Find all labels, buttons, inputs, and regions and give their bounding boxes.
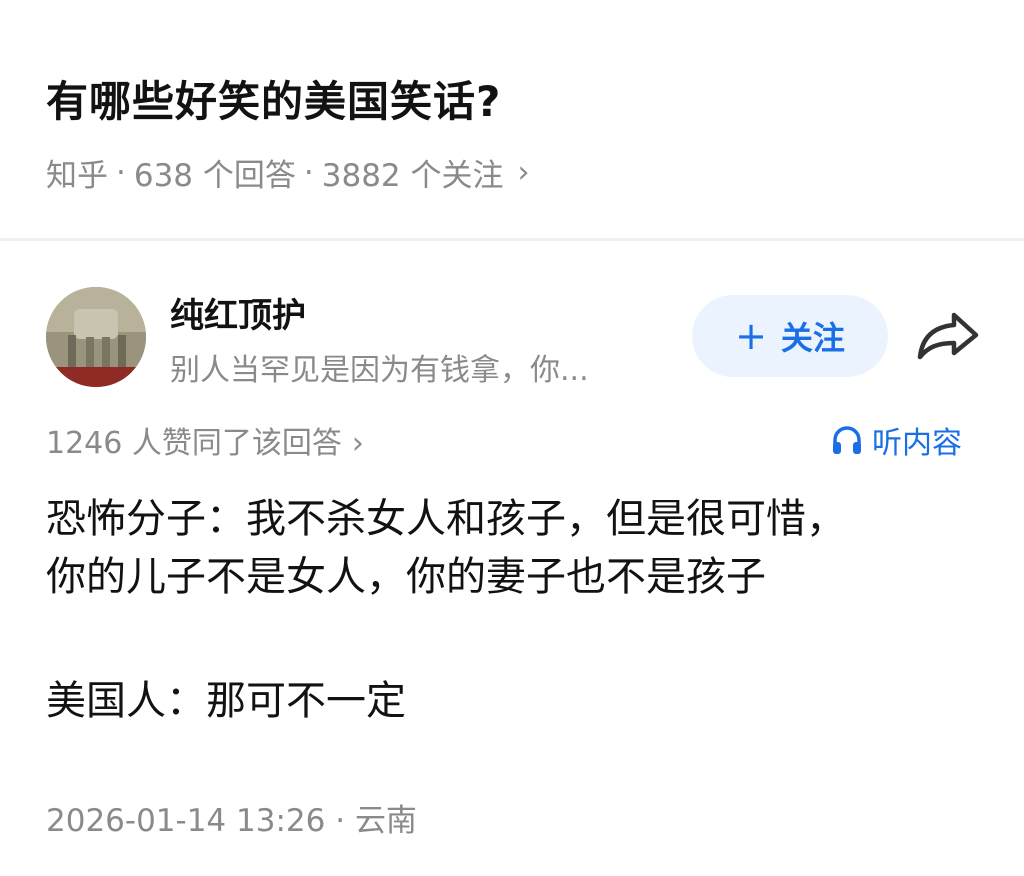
- follow-label: 关注: [780, 319, 845, 357]
- answer-timestamp: 2026-01-14 13:26: [46, 803, 326, 839]
- follow-button[interactable]: + 关注: [692, 295, 888, 377]
- listen-label: 听内容: [872, 426, 962, 461]
- meta-separator: ·: [303, 154, 314, 191]
- plus-icon: +: [735, 314, 767, 358]
- answer-line: 美国人：那可不一定: [46, 678, 406, 724]
- answer-line: 恐怖分子：我不杀女人和孩子，但是很可惜，: [46, 496, 846, 542]
- question-title[interactable]: 有哪些好笑的美国笑话?: [46, 68, 501, 129]
- share-icon[interactable]: [914, 305, 982, 365]
- avatar-image: [46, 287, 146, 387]
- meta-separator: ·: [116, 154, 126, 191]
- answer-content[interactable]: 恐怖分子：我不杀女人和孩子，但是很可惜， 你的儿子不是女人，你的妻子也不是孩子 …: [46, 490, 1006, 730]
- answer-location: 云南: [354, 803, 417, 839]
- vote-count: 1246 人赞同了该回答: [46, 426, 342, 461]
- chevron-right-icon: ›: [351, 426, 364, 461]
- answer-line: 你的儿子不是女人，你的妻子也不是孩子: [46, 554, 766, 600]
- listen-button[interactable]: 听内容: [830, 418, 962, 462]
- author-name[interactable]: 纯红顶护: [170, 288, 306, 337]
- section-divider: [0, 238, 1024, 241]
- avatar[interactable]: [46, 287, 146, 387]
- source-label: 知乎: [46, 158, 108, 194]
- footer-separator: ·: [335, 803, 346, 839]
- answer-footer: 2026-01-14 13:26 · 云南: [46, 795, 417, 840]
- author-bio: 别人当罕见是因为有钱拿，你...: [170, 353, 589, 388]
- chevron-right-icon: ›: [517, 155, 530, 190]
- headphones-icon: [833, 426, 861, 454]
- question-meta[interactable]: 知乎 · 638 个回答 · 3882 个关注 ›: [46, 150, 530, 195]
- answer-count: 638 个回答: [133, 158, 296, 194]
- vote-count-link[interactable]: 1246 人赞同了该回答 ›: [46, 418, 364, 462]
- follower-count: 3882 个关注: [321, 158, 504, 194]
